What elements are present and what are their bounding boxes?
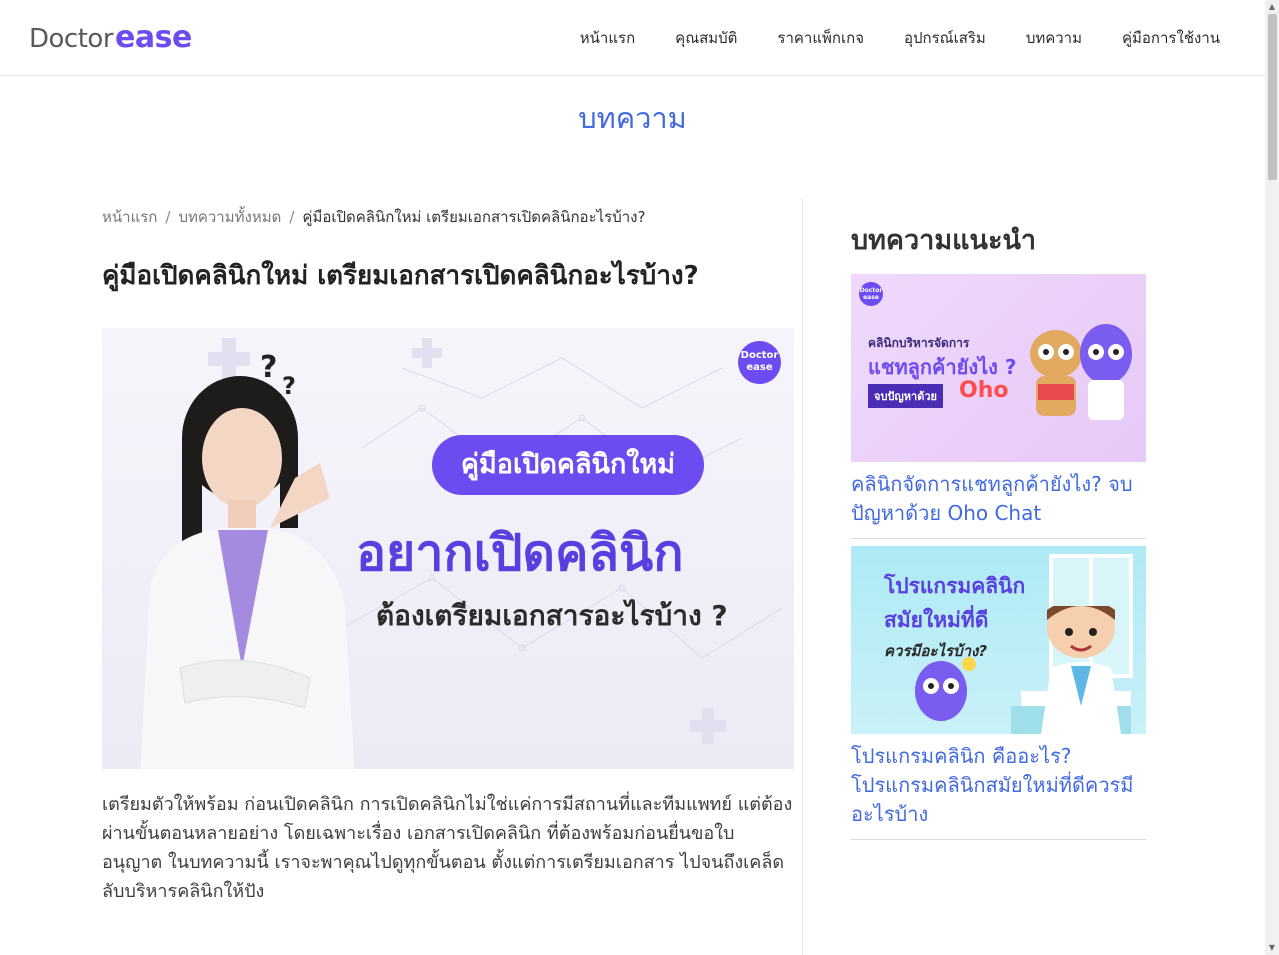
doctor-woman-illustration [140, 376, 355, 769]
hero-badge-line1: Doctor [740, 350, 779, 361]
oho-chat-logo: Oho [959, 378, 1009, 403]
mascot-characters-illustration [1030, 324, 1132, 420]
card-divider [851, 839, 1146, 840]
sidebar-title: บทความแนะนำ [851, 225, 1037, 256]
recommended-article-title[interactable]: คลินิกจัดการแชทลูกค้ายังไง? จบปัญหาด้วย … [851, 470, 1146, 528]
article-title: คู่มือเปิดคลินิกใหม่ เตรียมเอกสารเปิดคลิ… [102, 261, 699, 291]
hero-subheadline: ต้องเตรียมเอกสารอะไรบ้าง ? [376, 599, 728, 632]
hero-pill-label: คู่มือเปิดคลินิกใหม่ [432, 435, 704, 495]
column-divider [802, 198, 803, 955]
recommended-article-thumbnail[interactable]: Doctor ease คลินิกบริหารจัดการ แชทลูกค้า… [851, 274, 1146, 462]
doctor-and-mascot-illustration [915, 606, 1121, 734]
hero-question-mark: ? [282, 372, 296, 400]
thumbnail-badge-line1: Doctor [859, 287, 883, 294]
thumbnail-badge-line2: ease [863, 294, 879, 301]
breadcrumb: หน้าแรก / บทความทั้งหมด / คู่มือเปิดคลินิกให… [102, 205, 645, 229]
nav-manual[interactable]: คู่มือการใช้งาน [1122, 26, 1220, 50]
page-scrollbar[interactable]: ▲ ▼ [1265, 0, 1279, 955]
thumbnail-text-line1: โปรแกรมคลินิก [884, 574, 1026, 598]
hero-question-mark: ? [260, 350, 278, 385]
main-nav: หน้าแรก คุณสมบัติ ราคาแพ็กเกจ อุปกรณ์เสร… [540, 0, 1220, 76]
hero-headline: อยากเปิดคลินิก [356, 524, 684, 582]
card-divider [851, 538, 1146, 539]
scrollbar-thumb[interactable] [1268, 14, 1277, 180]
thumbnail-text-line3: จบปัญหาด้วย [868, 384, 943, 408]
breadcrumb-home[interactable]: หน้าแรก [102, 208, 157, 226]
page-title: บทความ [578, 101, 687, 135]
doctorease-logo[interactable]: Doctor ease [29, 20, 192, 56]
recommended-article-card[interactable]: Doctor ease คลินิกบริหารจัดการ แชทลูกค้า… [851, 274, 1146, 539]
hero-doctorease-badge: Doctor ease [738, 341, 781, 384]
hero-badge-line2: ease [746, 362, 773, 373]
recommended-article-thumbnail[interactable]: โปรแกรมคลินิก สมัยใหม่ที่ดี ควรมีอะไรบ้า… [851, 546, 1146, 734]
recommended-article-title[interactable]: โปรแกรมคลินิก คืออะไร? โปรแกรมคลินิกสมัย… [851, 742, 1146, 829]
breadcrumb-all-articles[interactable]: บทความทั้งหมด [178, 208, 281, 226]
recommended-article-card[interactable]: โปรแกรมคลินิก สมัยใหม่ที่ดี ควรมีอะไรบ้า… [851, 546, 1146, 840]
nav-pricing[interactable]: ราคาแพ็กเกจ [777, 26, 864, 50]
thumbnail-doctorease-badge: Doctor ease [859, 282, 883, 306]
nav-home[interactable]: หน้าแรก [580, 26, 635, 50]
scroll-down-arrow-icon[interactable]: ▼ [1265, 941, 1279, 955]
logo-ease-text: ease [115, 20, 192, 55]
article-hero-image: ? ? Doctor ease คู่มือเปิดคลินิกใหม่ อยา… [102, 328, 794, 769]
nav-articles[interactable]: บทความ [1026, 26, 1082, 50]
site-header: Doctor ease หน้าแรก คุณสมบัติ ราคาแพ็กเก… [0, 0, 1265, 76]
nav-features[interactable]: คุณสมบัติ [675, 26, 737, 50]
article-intro: เตรียมตัวให้พร้อม ก่อนเปิดคลินิก การเปิด… [102, 794, 793, 902]
logo-doctor-text: Doctor [29, 24, 114, 54]
breadcrumb-separator: / [289, 208, 295, 226]
breadcrumb-current: คู่มือเปิดคลินิกใหม่ เตรียมเอกสารเปิดคลิ… [302, 208, 646, 226]
breadcrumb-separator: / [165, 208, 171, 226]
scroll-up-arrow-icon[interactable]: ▲ [1265, 0, 1279, 14]
nav-accessories[interactable]: อุปกรณ์เสริม [904, 26, 986, 50]
